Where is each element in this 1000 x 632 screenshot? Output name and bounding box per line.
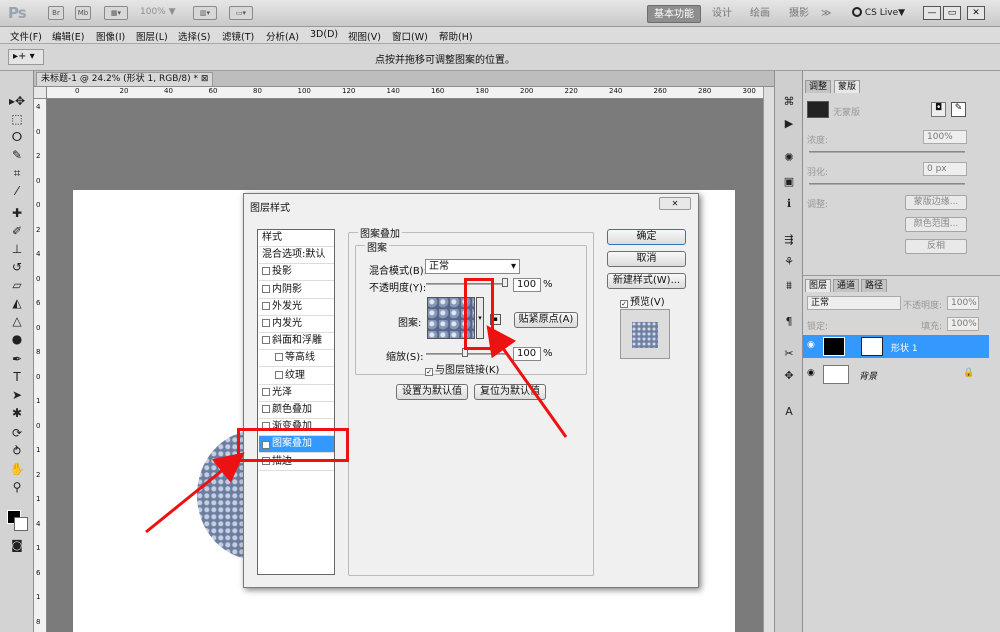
annotation-arrows [145, 325, 568, 534]
annotation-arrow-left [145, 452, 245, 534]
annotation-arrow-right [486, 325, 568, 438]
